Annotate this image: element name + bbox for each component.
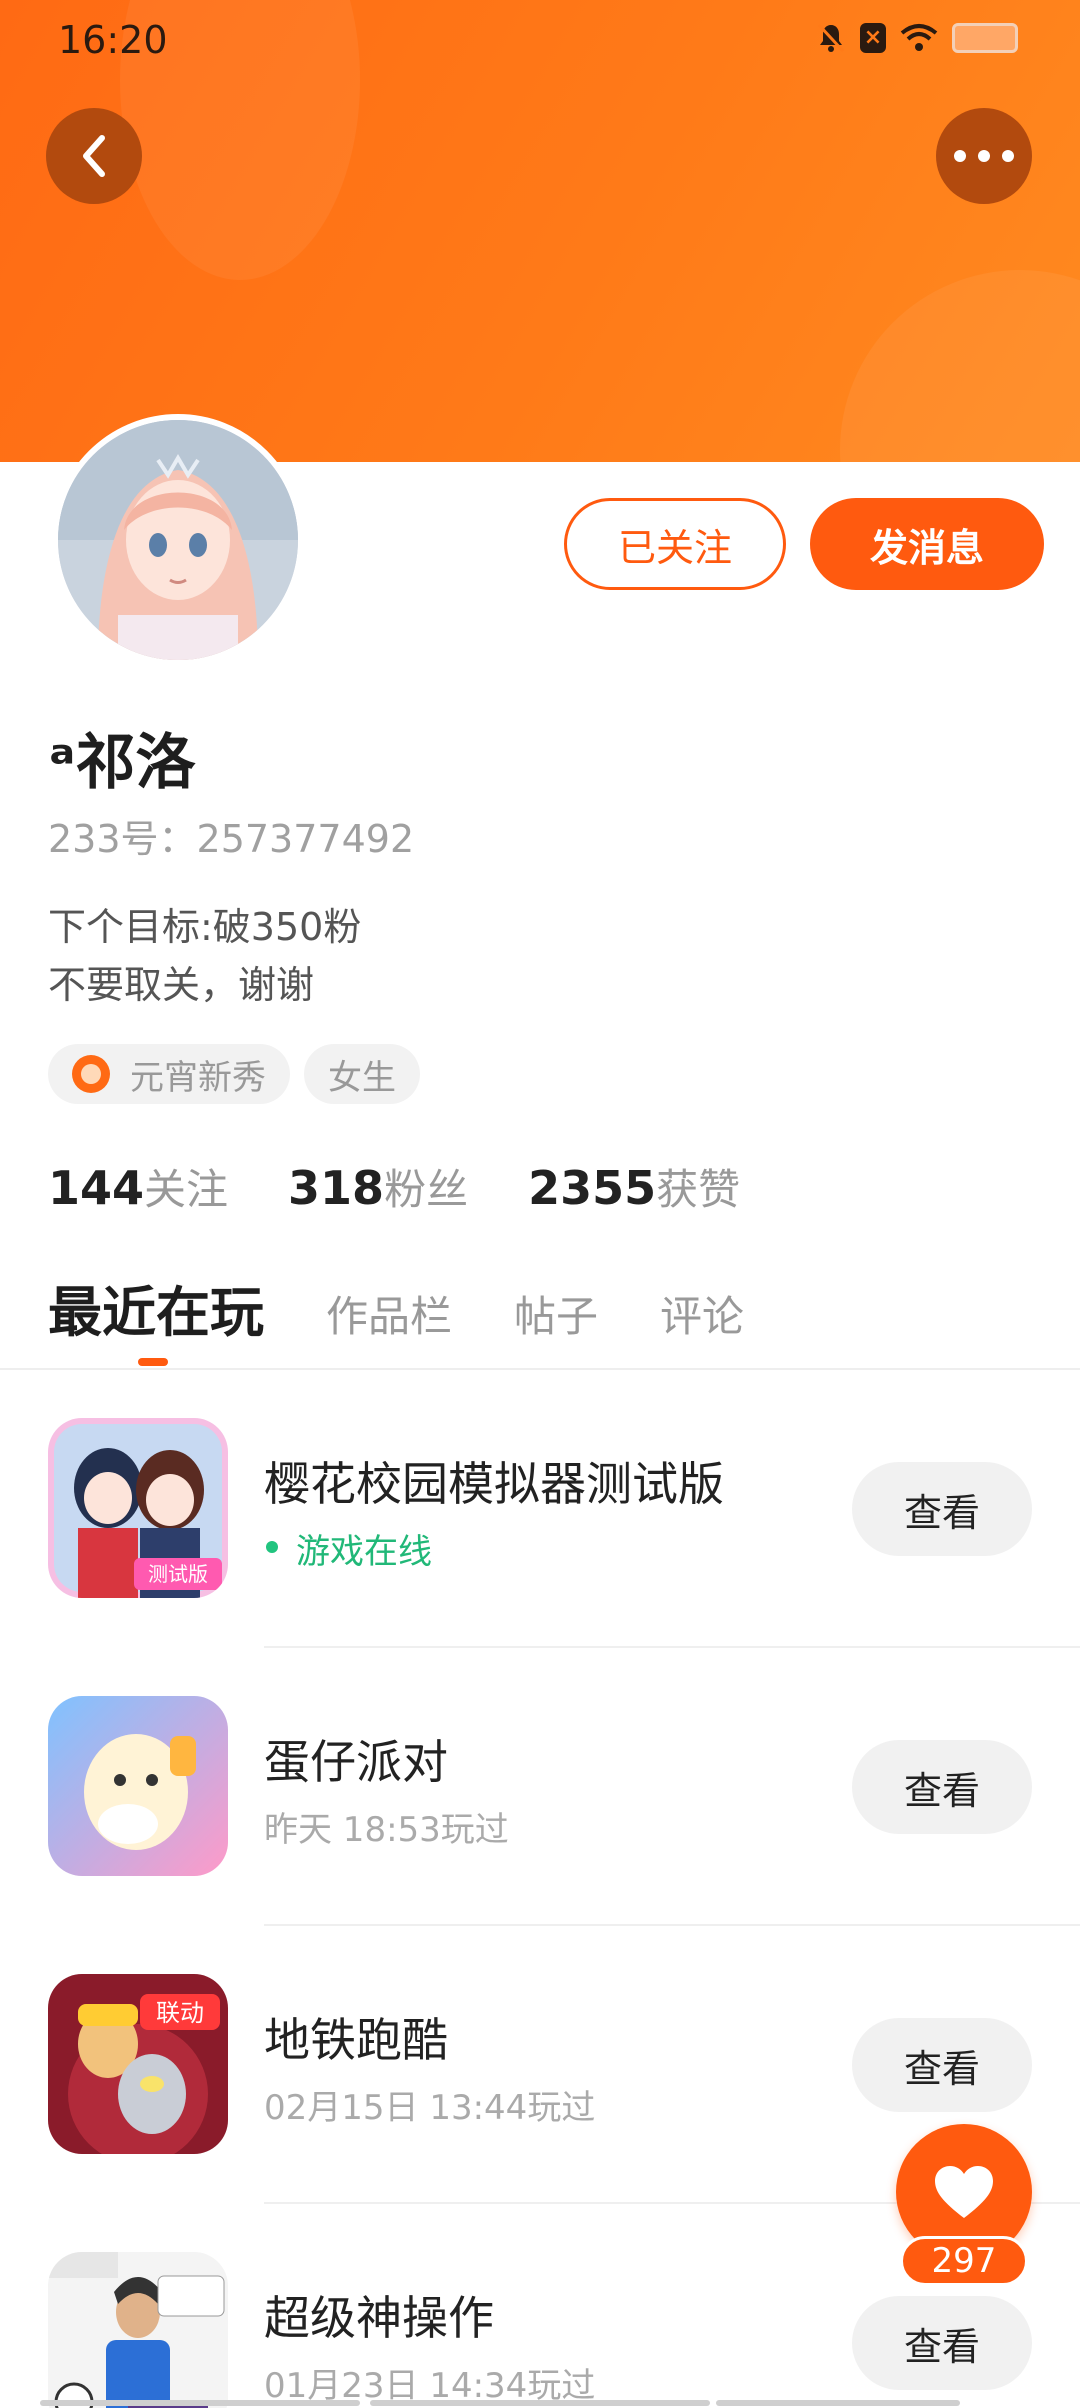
user-bio: 下个目标:破350粉 不要取关，谢谢 xyxy=(48,898,361,1014)
send-message-button[interactable]: 发消息 xyxy=(810,498,1044,590)
like-count: 297 xyxy=(900,2236,1028,2286)
tag-label: 女生 xyxy=(328,1057,396,1098)
game-icon-sakura: 测试版 xyxy=(48,1418,228,1598)
list-item[interactable]: 蛋仔派对 昨天 18:53玩过 查看 xyxy=(0,1648,1080,1926)
bottom-scroll-indicator xyxy=(0,2400,1080,2408)
stat-following[interactable]: 144关注 xyxy=(48,1156,228,1217)
stat-label: 粉丝 xyxy=(384,1165,469,1214)
more-dots-icon xyxy=(954,150,1014,162)
stat-label: 获赞 xyxy=(656,1165,741,1214)
battery-icon xyxy=(952,23,1018,53)
view-button[interactable]: 查看 xyxy=(852,1462,1032,1556)
game-title: 樱花校园模拟器测试版 xyxy=(264,1457,724,1511)
bio-line: 不要取关，谢谢 xyxy=(48,963,315,1007)
user-stats: 144关注 318粉丝 2355获赞 xyxy=(48,1156,740,1217)
stat-likes: 2355获赞 xyxy=(528,1156,740,1217)
view-button[interactable]: 查看 xyxy=(852,2296,1032,2390)
game-last-played: 02月15日 13:44玩过 xyxy=(264,2088,596,2128)
username: ᵃ祁洛 xyxy=(48,728,196,798)
tab-recent-played[interactable]: 最近在玩 xyxy=(48,1268,264,1347)
tab-posts[interactable]: 帖子 xyxy=(514,1283,598,1344)
svg-text:测试版: 测试版 xyxy=(148,1562,208,1586)
tab-comments[interactable]: 评论 xyxy=(660,1283,744,1344)
wifi-icon xyxy=(900,23,938,53)
heart-icon xyxy=(935,2166,993,2218)
status-icons: × xyxy=(816,22,1018,54)
bio-line: 下个目标:破350粉 xyxy=(48,905,362,949)
avatar[interactable] xyxy=(52,414,304,666)
tag-gender: 女生 xyxy=(304,1044,420,1104)
chevron-left-icon xyxy=(83,135,105,177)
game-icon-super-operation xyxy=(48,2252,228,2408)
followed-button[interactable]: 已关注 xyxy=(564,498,786,590)
game-title: 地铁跑酷 xyxy=(264,2013,448,2067)
list-item[interactable]: 测试版 樱花校园模拟器测试版 游戏在线 查看 xyxy=(0,1370,1080,1648)
tab-indicator xyxy=(138,1358,168,1366)
stat-fans[interactable]: 318粉丝 xyxy=(288,1156,468,1217)
game-status: 游戏在线 xyxy=(296,1532,432,1572)
user-id: 233号：257377492 xyxy=(48,817,415,861)
user-tags: 元宵新秀 女生 xyxy=(48,1044,420,1104)
more-button[interactable] xyxy=(936,108,1032,204)
game-last-played: 昨天 18:53玩过 xyxy=(264,1810,509,1850)
stat-number: 144 xyxy=(48,1161,145,1215)
status-time: 16:20 xyxy=(58,18,168,62)
tag-badge[interactable]: 元宵新秀 xyxy=(48,1044,290,1104)
profile-tabs: 最近在玩 作品栏 帖子 评论 xyxy=(48,1268,806,1347)
banner-decoration xyxy=(840,270,1080,462)
bell-off-icon xyxy=(816,22,846,54)
back-button[interactable] xyxy=(46,108,142,204)
game-title: 超级神操作 xyxy=(264,2291,494,2345)
view-button[interactable]: 查看 xyxy=(852,2018,1032,2112)
medal-icon xyxy=(72,1055,110,1093)
game-title: 蛋仔派对 xyxy=(264,1735,448,1789)
view-button[interactable]: 查看 xyxy=(852,1740,1032,1834)
tag-label: 元宵新秀 xyxy=(130,1057,266,1098)
game-icon-eggy-party xyxy=(48,1696,228,1876)
game-icon-subway-surfers: 联动 xyxy=(48,1974,228,2154)
svg-text:联动: 联动 xyxy=(156,1999,204,2027)
close-box-icon: × xyxy=(860,23,886,53)
stat-number: 318 xyxy=(288,1161,385,1215)
profile-banner: 16:20 × xyxy=(0,0,1080,462)
stat-label: 关注 xyxy=(144,1165,229,1214)
stat-number: 2355 xyxy=(528,1161,657,1215)
tab-works[interactable]: 作品栏 xyxy=(326,1283,452,1344)
